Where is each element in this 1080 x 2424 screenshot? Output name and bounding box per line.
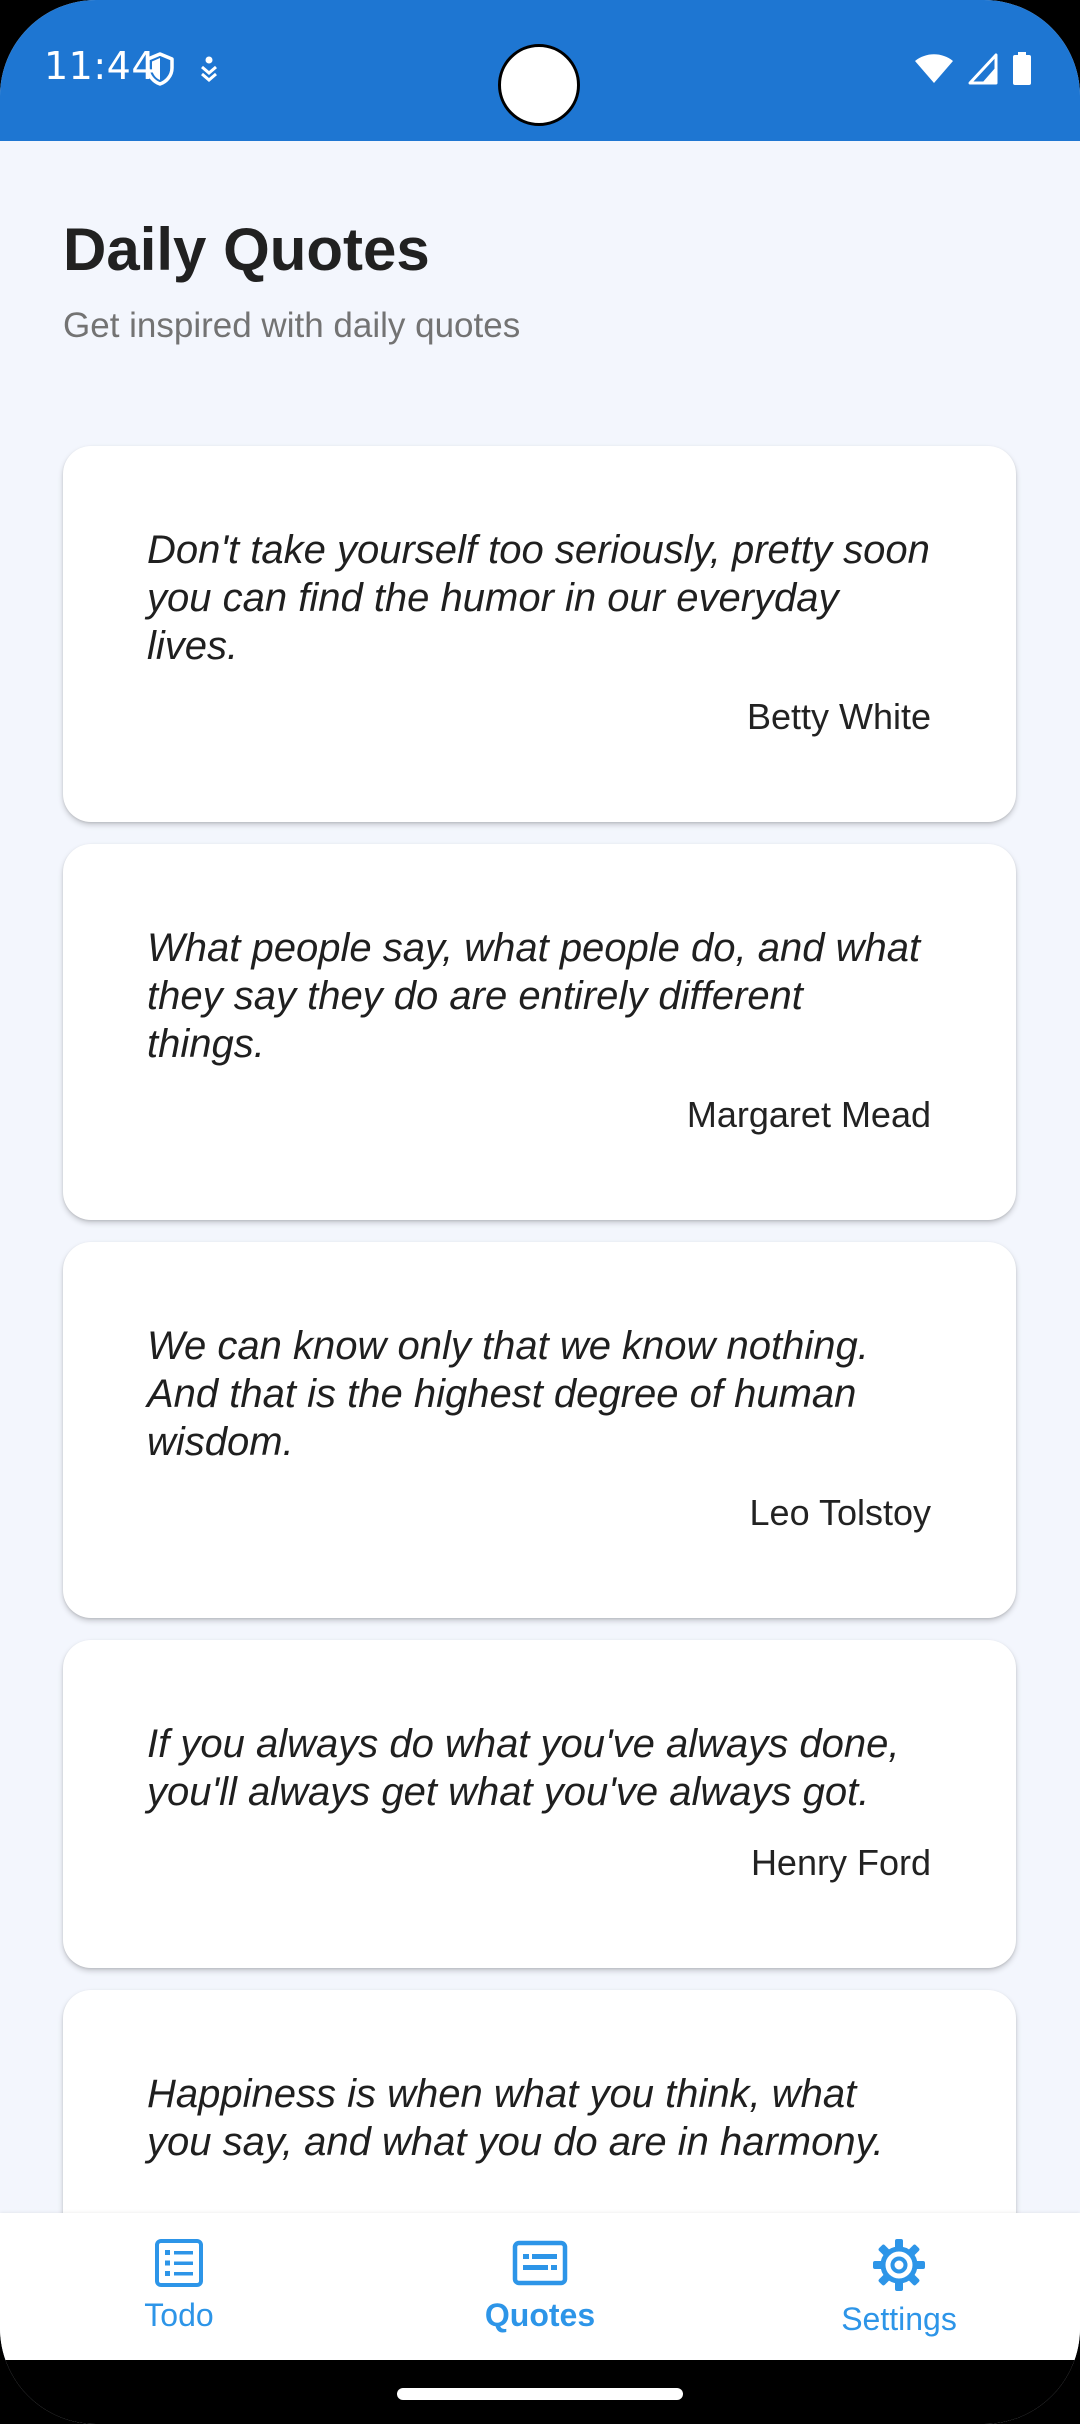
home-gesture-handle[interactable]	[397, 2388, 683, 2400]
nav-label-todo: Todo	[144, 2297, 214, 2333]
quote-card[interactable]: Happiness is when what you think, what y…	[63, 1990, 1016, 2213]
quote-card[interactable]: What people say, what people do, and wha…	[63, 844, 1016, 1220]
nav-label-quotes: Quotes	[484, 2297, 596, 2333]
gesture-navigation-area	[0, 2360, 1080, 2424]
list-icon	[59, 2237, 299, 2289]
accessibility-icon	[198, 55, 220, 87]
camera-cutout	[498, 44, 580, 126]
quote-author: Henry Ford	[750, 1842, 931, 1883]
status-right-icons	[914, 52, 1032, 90]
status-time: 11:44	[44, 44, 157, 88]
quote-list[interactable]: Don't take yourself too seriously, prett…	[63, 446, 1016, 2213]
quote-text: What people say, what people do, and wha…	[147, 926, 921, 1066]
quote-text: We can know only that we know nothing. A…	[147, 1324, 869, 1464]
quote-card[interactable]: Don't take yourself too seriously, prett…	[63, 446, 1016, 822]
cell-signal-icon	[968, 53, 998, 89]
quote-card[interactable]: We can know only that we know nothing. A…	[63, 1242, 1016, 1618]
status-bar: 11:44	[0, 0, 1080, 141]
battery-icon	[1012, 52, 1032, 90]
quote-card-icon	[420, 2237, 660, 2289]
shield-icon	[146, 52, 174, 90]
status-left-icons	[146, 52, 220, 90]
quote-author: Betty White	[746, 696, 931, 737]
quote-text: Happiness is when what you think, what y…	[147, 2072, 884, 2164]
page-subtitle: Get inspired with daily quotes	[63, 306, 521, 345]
gear-icon	[779, 2237, 1019, 2293]
quote-author: Leo Tolstoy	[749, 1492, 931, 1533]
bottom-navigation: Todo Quotes Settings	[0, 2213, 1080, 2360]
nav-item-todo[interactable]: Todo	[59, 2237, 299, 2334]
wifi-icon	[914, 53, 954, 89]
page-title: Daily Quotes	[63, 216, 430, 283]
quotes-screen: Daily Quotes Get inspired with daily quo…	[0, 141, 1080, 2213]
nav-item-quotes[interactable]: Quotes	[420, 2237, 660, 2334]
quote-card[interactable]: If you always do what you've always done…	[63, 1640, 1016, 1968]
phone-screen: 11:44 Daily Quotes Get inspired with dai…	[0, 0, 1080, 2424]
quote-author: Margaret Mead	[686, 1094, 931, 1135]
nav-item-settings[interactable]: Settings	[779, 2237, 1019, 2338]
quote-text: If you always do what you've always done…	[147, 1722, 900, 1814]
nav-label-settings: Settings	[841, 2301, 957, 2337]
quote-text: Don't take yourself too seriously, prett…	[147, 528, 930, 668]
